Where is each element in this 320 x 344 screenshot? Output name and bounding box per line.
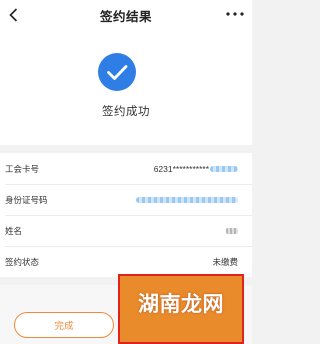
info-value-card-number: 6231*********** bbox=[154, 164, 238, 174]
sign-result-page: 签约结果 签约成功 工会卡号 6231*********** 身份证号码 姓名 … bbox=[0, 0, 252, 344]
more-button[interactable] bbox=[224, 4, 246, 24]
watermark-overlay: 湖南龙网 bbox=[118, 274, 244, 344]
top-bar: 签约结果 bbox=[0, 0, 252, 30]
card-number-text: 6231*********** bbox=[153, 163, 209, 174]
more-dots-icon bbox=[226, 12, 244, 16]
masked-blur bbox=[136, 196, 238, 203]
info-label: 身份证号码 bbox=[5, 194, 48, 205]
success-text: 签约成功 bbox=[102, 106, 150, 118]
page-title: 签约结果 bbox=[99, 9, 152, 24]
watermark-text: 湖南龙网 bbox=[138, 293, 224, 316]
info-label: 工会卡号 bbox=[5, 163, 40, 174]
info-row-name: 姓名 bbox=[0, 215, 252, 246]
masked-blur bbox=[226, 227, 238, 234]
done-button[interactable]: 完成 bbox=[14, 312, 114, 338]
masked-blur bbox=[210, 165, 238, 172]
chevron-left-icon bbox=[8, 8, 17, 22]
info-row-status: 签约状态 未缴费 bbox=[0, 246, 252, 277]
info-value-name bbox=[226, 227, 238, 234]
success-panel: 签约成功 bbox=[0, 30, 252, 145]
info-label: 签约状态 bbox=[5, 256, 40, 267]
back-button[interactable] bbox=[6, 5, 20, 25]
info-value-id-number bbox=[136, 196, 238, 203]
status-value: 未缴费 bbox=[212, 256, 238, 267]
info-row-card-number: 工会卡号 6231*********** bbox=[0, 153, 252, 184]
info-label: 姓名 bbox=[5, 225, 23, 236]
info-list: 工会卡号 6231*********** 身份证号码 姓名 签约状态 未缴费 bbox=[0, 153, 252, 277]
info-row-id-number: 身份证号码 bbox=[0, 184, 252, 215]
check-circle-icon bbox=[98, 53, 136, 91]
